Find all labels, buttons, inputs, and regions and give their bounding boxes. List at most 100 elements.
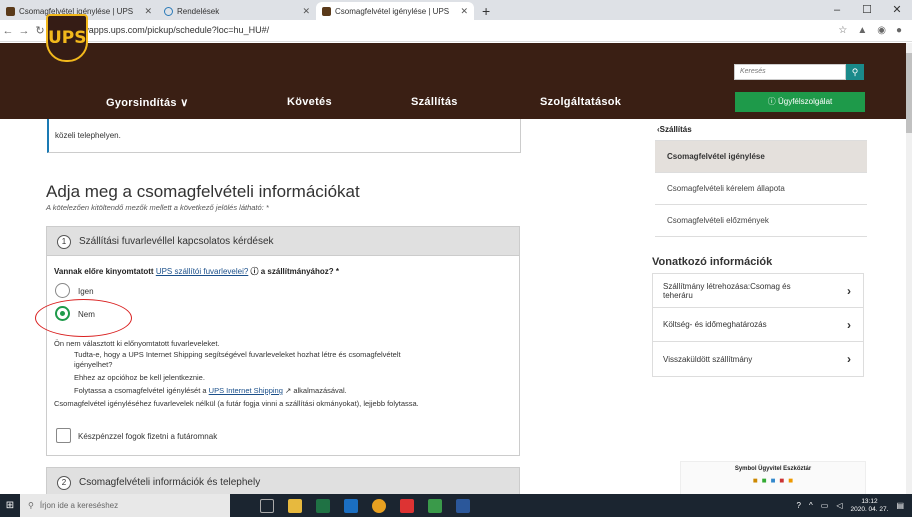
section-number: 2	[57, 476, 71, 490]
clock-date: 2020. 04. 27.	[850, 505, 889, 513]
section-header-1[interactable]: 1 Szállítási fuvarlevéllel kapcsolatos k…	[46, 226, 520, 256]
annotation-circle	[35, 299, 132, 337]
search-input[interactable]: Keresés	[734, 64, 846, 80]
cash-payment-label: Készpénzzel fogok fizetni a futáromnak	[78, 432, 218, 441]
scrollbar-thumb[interactable]	[906, 53, 912, 133]
radio-igen-label: Igen	[78, 287, 94, 296]
extension-icon[interactable]: ▲	[857, 25, 867, 36]
widget-icon[interactable]: ■	[762, 476, 767, 485]
toolbar-widget-title: Symbol Ügyvitel Eszköztár	[734, 466, 812, 472]
page-content: közeli telephelyen. Adja meg a csomagfel…	[0, 119, 906, 494]
widget-icon[interactable]: ■	[753, 476, 758, 485]
section-number: 1	[57, 235, 71, 249]
orders-favicon-icon	[164, 6, 173, 16]
sidebar-item-csomagfelvetel-igenylese[interactable]: Csomagfelvétel igénylése	[655, 141, 867, 173]
url-text: wwwapps.ups.com/pickup/schedule?loc=hu_H…	[69, 25, 270, 35]
volume-icon[interactable]: ◁	[836, 501, 842, 510]
notice-text: közeli telephelyen.	[55, 131, 121, 140]
shipping-label-question: Vannak előre kinyomtatott UPS szállítói …	[54, 266, 339, 277]
related-info-title: Vonatkozó információk	[652, 256, 773, 268]
widget-icon[interactable]: ■	[788, 476, 793, 485]
widget-icon[interactable]: ■	[771, 476, 776, 485]
info-text: Tudta-e, hogy a UPS Internet Shipping se…	[74, 350, 401, 359]
back-icon[interactable]: ←	[0, 25, 16, 37]
help-button[interactable]: ⓘ Ügyfélszolgálat	[735, 92, 865, 112]
taskbar-clock[interactable]: 13:12 2020. 04. 27.	[850, 498, 888, 514]
ups-favicon-icon	[322, 6, 331, 16]
related-item-label: Költség- és időmeghatározás	[663, 320, 767, 329]
info-text: Ehhez az opcióhoz be kell jelentkeznie.	[74, 373, 205, 382]
browser-tab-active[interactable]: Csomagfelvétel igénylése | UPS ✕	[316, 2, 474, 20]
section-label: Szállítási fuvarlevéllel kapcsolatos kér…	[79, 236, 274, 247]
chrome-icon[interactable]	[372, 498, 386, 513]
close-window-icon[interactable]: ✕	[882, 0, 912, 20]
sidebar-back-szallitas[interactable]: ‹ Szállítás	[655, 119, 867, 141]
toolbar-widget[interactable]: Symbol Ügyvitel Eszköztár ■ ■ ■ ■ ■	[680, 461, 866, 494]
browser-tab[interactable]: Rendelések ✕	[158, 2, 316, 20]
file-explorer-icon[interactable]	[288, 498, 302, 513]
window-controls: – ☐ ✕	[822, 0, 912, 20]
nav-szallitas[interactable]: Szállítás	[411, 96, 458, 108]
forward-icon[interactable]: →	[16, 25, 32, 37]
help-button-label: Ügyfélszolgálat	[777, 97, 833, 106]
section-header-2[interactable]: 2 Csomagfelvételi információk és telephe…	[46, 467, 520, 494]
word-icon[interactable]	[456, 498, 470, 513]
nav-szolgaltatasok[interactable]: Szolgáltatások	[540, 96, 621, 108]
excel-icon[interactable]	[316, 498, 330, 513]
bookmark-star-icon[interactable]: ☆	[838, 25, 847, 36]
nav-gyorsinditas[interactable]: Gyorsindítás ∨	[106, 96, 189, 109]
question-text: a szállítmányához? *	[258, 267, 339, 276]
help-tray-icon[interactable]: ?	[797, 501, 801, 510]
section-label: Csomagfelvételi információk és telephely	[79, 477, 261, 488]
radio-igen[interactable]	[55, 283, 70, 298]
ups-labels-link[interactable]: UPS szállítói fuvarlevelei?	[156, 267, 248, 276]
related-info-list: Szállítmány létrehozása:Csomag és teherá…	[652, 273, 864, 377]
required-note: A kötelezően kitöltendő mezők mellett a …	[46, 203, 269, 212]
chevron-right-icon: ›	[847, 352, 851, 366]
windows-taskbar: ⊞ ⚲ Írjon ide a kereséshez ? ^ ▭ ◁ 13:12 2…	[0, 494, 912, 517]
nav-kovetes[interactable]: Követés	[287, 96, 332, 108]
sidebar-item-label: Szállítás	[659, 125, 692, 134]
close-icon[interactable]: ✕	[144, 6, 152, 17]
extension-icon[interactable]: ◉	[877, 25, 886, 36]
info-text: Csomagfelvétel igényléséhez fuvarlevelek…	[54, 399, 419, 408]
notice-line-cut	[55, 121, 514, 131]
related-item[interactable]: Visszaküldött szállítmány ›	[653, 342, 863, 376]
ups-logo[interactable]: UPS	[46, 14, 88, 62]
new-tab-icon[interactable]: +	[474, 2, 498, 20]
taskbar-search-placeholder: Írjon ide a kereséshez	[39, 501, 119, 510]
cash-payment-checkbox[interactable]	[56, 428, 71, 443]
related-item[interactable]: Költség- és időmeghatározás ›	[653, 308, 863, 342]
network-icon[interactable]: ▭	[821, 501, 829, 510]
info-text: igényelhet?	[74, 360, 113, 369]
page-title: Adja meg a csomagfelvételi információkat	[46, 182, 360, 201]
close-icon[interactable]: ✕	[460, 6, 468, 17]
page-scrollbar[interactable]	[906, 43, 912, 494]
sidebar-item-kerelem-allapota[interactable]: Csomagfelvételi kérelem állapota	[655, 173, 867, 205]
notifications-icon[interactable]: ▤	[896, 501, 904, 510]
info-icon[interactable]: ⓘ	[251, 267, 259, 276]
minimize-icon[interactable]: –	[822, 0, 852, 20]
address-bar: ← → ↻ 🔒wwwapps.ups.com/pickup/schedule?l…	[0, 20, 912, 42]
task-view-icon[interactable]	[260, 498, 274, 513]
ups-favicon-icon	[6, 6, 15, 16]
search-icon[interactable]: ⚲	[846, 64, 864, 80]
taskbar-search[interactable]: ⚲ Írjon ide a kereséshez	[20, 494, 230, 517]
related-item[interactable]: Szállítmány létrehozása:Csomag és teherá…	[653, 274, 863, 308]
url-field[interactable]: 🔒wwwapps.ups.com/pickup/schedule?loc=hu_…	[54, 25, 838, 36]
clock-time: 13:12	[861, 497, 878, 505]
chevron-right-icon: ›	[847, 317, 851, 332]
maximize-icon[interactable]: ☐	[852, 0, 882, 20]
info-text: Ön nem választott ki előnyomtatott fuvar…	[54, 339, 220, 348]
tray-chevron-icon[interactable]: ^	[809, 501, 813, 510]
outlook-icon[interactable]	[344, 498, 358, 513]
related-item-label: Szállítmány létrehozása:Csomag és teherá…	[663, 281, 791, 300]
profile-icon[interactable]: ●	[896, 25, 902, 36]
windows-start-icon[interactable]: ⊞	[0, 500, 20, 511]
close-icon[interactable]: ✕	[302, 6, 310, 17]
sidebar-item-elozmenyek[interactable]: Csomagfelvételi előzmények	[655, 205, 867, 237]
widget-icon[interactable]: ■	[779, 476, 784, 485]
app-icon[interactable]	[400, 498, 414, 513]
app-icon[interactable]	[428, 498, 442, 513]
internet-shipping-link[interactable]: UPS Internet Shipping	[209, 386, 283, 395]
